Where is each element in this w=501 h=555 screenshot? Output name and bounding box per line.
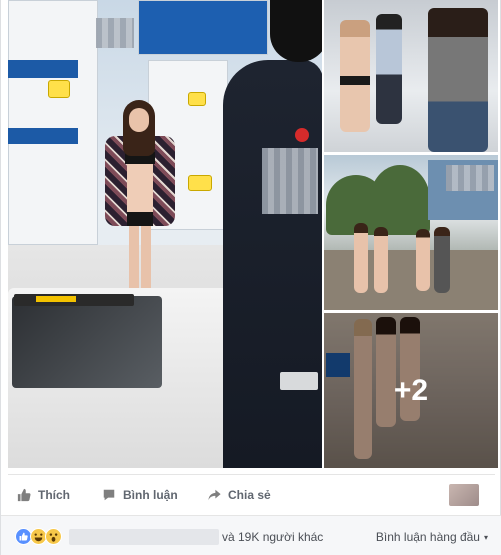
share-label: Chia sẻ [228, 488, 271, 502]
like-label: Thích [38, 488, 70, 502]
comment-icon [101, 487, 117, 503]
like-button[interactable]: Thích [16, 480, 70, 510]
person-figure [416, 229, 430, 291]
person-figure [434, 227, 450, 293]
comment-sort-dropdown[interactable]: Bình luận hàng đầu ▾ [376, 530, 488, 544]
photo-grid: +2 [8, 0, 498, 468]
feed-post-card: +2 Thích Bình luận Chia sẻ và 19K người … [0, 0, 501, 555]
more-photos-count: +2 [393, 373, 429, 407]
comment-sort-label: Bình luận hàng đầu [375, 530, 480, 544]
photo-thumbnail-2[interactable] [324, 155, 498, 310]
blurred-region [446, 165, 494, 191]
washing-machine-led [36, 296, 76, 302]
divider [8, 474, 495, 475]
blurred-region [262, 148, 318, 214]
person-figure [340, 20, 370, 132]
price-tag [48, 80, 70, 98]
store-shelf-blue-band [8, 60, 78, 78]
model-bottom [127, 212, 153, 226]
blurred-region [96, 18, 134, 48]
store-shelf-blue-band [8, 128, 78, 144]
post-action-bar: Thích Bình luận Chia sẻ [8, 480, 495, 510]
comment-button[interactable]: Bình luận [101, 480, 178, 510]
person-figure [376, 14, 402, 124]
staff-badge-logo [295, 128, 309, 142]
reactions-bar: và 19K người khác Bình luận hàng đầu ▾ [1, 515, 501, 555]
ground [324, 250, 498, 310]
staff-figure [223, 60, 322, 468]
person-figure [428, 8, 488, 152]
more-photos-overlay[interactable]: +2 [324, 313, 498, 468]
store-shelf [8, 0, 98, 245]
staff-head [270, 0, 322, 62]
share-button[interactable]: Chia sẻ [206, 480, 271, 510]
washing-machine-lid [12, 296, 162, 388]
share-arrow-icon [206, 487, 222, 503]
wow-reaction-icon [45, 528, 62, 545]
store-banner [138, 0, 268, 55]
staff-name-tag [280, 372, 318, 390]
reaction-others-count[interactable]: và 19K người khác [222, 530, 323, 544]
tree [370, 165, 430, 235]
model-legs [129, 226, 151, 290]
price-tag [188, 175, 212, 191]
person-figure [354, 223, 368, 293]
price-tag [188, 92, 206, 106]
photo-main[interactable] [8, 0, 322, 468]
comment-label: Bình luận [123, 488, 178, 502]
washing-machine [8, 288, 254, 468]
model-face [129, 108, 149, 132]
reactor-names-blurred[interactable] [69, 529, 219, 545]
photo-thumbnail-1[interactable] [324, 0, 498, 152]
viewer-avatar[interactable] [449, 484, 479, 506]
caret-down-icon: ▾ [483, 532, 488, 542]
photo-thumbnail-3[interactable]: +2 [324, 313, 498, 468]
reaction-icons[interactable] [15, 528, 62, 545]
thumbs-up-icon [16, 487, 32, 503]
model-figure [105, 100, 175, 290]
person-figure [374, 227, 388, 293]
